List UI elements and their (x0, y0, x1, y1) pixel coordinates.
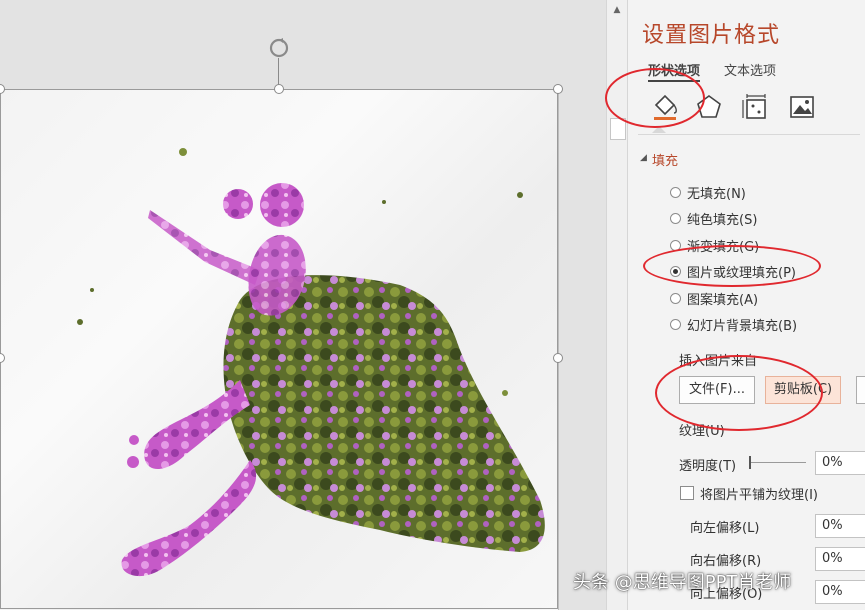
picture-icon[interactable] (787, 92, 817, 122)
offset-right-label: 向右偏移(R) (690, 554, 762, 569)
size-properties-icon[interactable] (741, 92, 771, 122)
tab-text-options[interactable]: 文本选项 (724, 60, 776, 79)
radio-button[interactable] (670, 319, 681, 330)
transparency-slider-knob[interactable] (749, 456, 751, 469)
radio-label: 幻灯片背景填充(B) (687, 319, 798, 334)
tile-checkbox[interactable] (680, 486, 694, 500)
annotation-circle-fill-icon (605, 68, 705, 128)
flower-silhouette-picture[interactable] (0, 0, 606, 610)
radio-button[interactable] (670, 213, 681, 224)
offset-left-label: 向左偏移(L) (690, 521, 760, 536)
resize-handle-top-right[interactable] (553, 84, 563, 94)
radio-button[interactable] (670, 187, 681, 198)
pane-title: 设置图片格式 (642, 23, 781, 48)
scroll-up-arrow-icon[interactable]: ▲ (609, 2, 625, 18)
slide-canvas-area (0, 0, 606, 610)
radio-solid-fill[interactable]: 纯色填充(S) (670, 209, 757, 228)
collapse-caret-icon[interactable]: ◢ (640, 153, 647, 163)
watermark-text: 头条 @思维导图PPT肖老师 (573, 572, 792, 593)
radio-label: 纯色填充(S) (687, 213, 758, 228)
fill-section-header[interactable]: 填充 (652, 150, 678, 169)
radio-button[interactable] (670, 293, 681, 304)
radio-no-fill[interactable]: 无填充(N) (670, 183, 746, 202)
resize-handle-top[interactable] (274, 84, 284, 94)
radio-label: 图案填充(A) (687, 293, 759, 308)
radio-label: 无填充(N) (687, 187, 746, 202)
transparency-label: 透明度(T) (679, 459, 737, 474)
rotate-handle-icon[interactable] (268, 37, 290, 59)
tile-checkbox-label: 将图片平铺为纹理(I) (700, 488, 818, 503)
divider (638, 134, 860, 135)
transparency-slider[interactable] (750, 462, 806, 463)
transparency-input[interactable]: 0% (815, 451, 865, 475)
annotation-circle-picture-fill (643, 245, 821, 287)
annotation-circle-insert-buttons (655, 355, 823, 431)
offset-left-input[interactable]: 0% (815, 514, 865, 538)
radio-pattern-fill[interactable]: 图案填充(A) (670, 289, 758, 308)
offset-right-input[interactable]: 0% (815, 547, 865, 571)
resize-handle-right[interactable] (553, 353, 563, 363)
radio-slide-background-fill[interactable]: 幻灯片背景填充(B) (670, 315, 797, 334)
offset-top-input[interactable]: 0% (815, 580, 865, 604)
online-button[interactable] (856, 376, 865, 404)
